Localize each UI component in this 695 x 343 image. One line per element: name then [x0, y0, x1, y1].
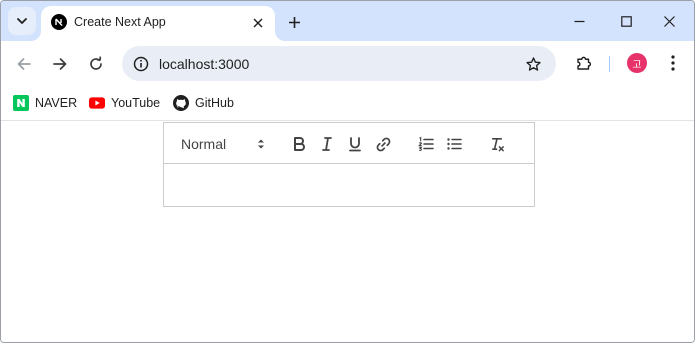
- minimize-button[interactable]: [556, 1, 602, 41]
- clear-format-icon: [491, 137, 504, 151]
- link-icon: [376, 137, 390, 151]
- bookmark-label: YouTube: [111, 96, 161, 110]
- page-content: Normal: [1, 122, 694, 342]
- arrow-right-icon: [53, 58, 67, 70]
- browser-menu-button[interactable]: [663, 52, 683, 74]
- new-tab-button[interactable]: [282, 10, 306, 34]
- bookmark-label: NAVER: [35, 96, 78, 110]
- bold-icon: [294, 137, 305, 151]
- editor-content-area[interactable]: [163, 163, 535, 207]
- toolbar-divider: [609, 56, 610, 72]
- tab-active[interactable]: Create Next App: [41, 6, 275, 41]
- reload-button[interactable]: [83, 51, 109, 77]
- close-window-button[interactable]: [646, 1, 692, 41]
- back-button[interactable]: [11, 51, 37, 77]
- maximize-button[interactable]: [603, 1, 649, 41]
- editor-toolbar: Normal: [163, 122, 535, 164]
- bookmark-github[interactable]: GitHub: [173, 93, 234, 113]
- bullet-list-button[interactable]: [444, 134, 464, 154]
- italic-icon: [322, 137, 332, 151]
- bookmark-label: GitHub: [195, 96, 234, 110]
- bullet-list-icon: [447, 138, 462, 150]
- url-text[interactable]: localhost:3000: [159, 56, 249, 72]
- header-format-picker[interactable]: Normal: [181, 135, 267, 153]
- star-icon: [525, 56, 541, 71]
- forward-button[interactable]: [47, 51, 73, 77]
- header-format-value: Normal: [181, 136, 227, 152]
- maximize-icon: [620, 15, 632, 27]
- extensions-button[interactable]: [572, 51, 596, 75]
- tab-title: Create Next App: [74, 15, 166, 29]
- nextjs-favicon-icon: [51, 14, 67, 30]
- info-icon: [133, 56, 149, 72]
- ordered-list-button[interactable]: [416, 134, 436, 154]
- underline-button[interactable]: [345, 134, 365, 154]
- ordered-list-icon: [418, 136, 434, 151]
- profile-avatar[interactable]: 고: [627, 53, 647, 73]
- more-vertical-icon: [671, 55, 675, 71]
- reload-icon: [90, 56, 102, 70]
- puzzle-icon: [577, 56, 592, 70]
- plus-icon: [288, 16, 300, 28]
- bold-button[interactable]: [289, 134, 309, 154]
- arrow-left-icon: [17, 58, 31, 70]
- github-icon: [173, 95, 189, 111]
- bookmark-youtube[interactable]: YouTube: [89, 93, 160, 113]
- close-icon: [663, 15, 675, 27]
- browser-window: Create Next App localhost:3000 고 NAVER Y…: [0, 0, 695, 343]
- clear-format-button[interactable]: [487, 134, 507, 154]
- close-icon: [253, 18, 263, 28]
- italic-button[interactable]: [317, 134, 337, 154]
- link-button[interactable]: [373, 134, 393, 154]
- address-bar[interactable]: localhost:3000: [122, 46, 556, 81]
- tab-strip: Create Next App: [1, 1, 694, 41]
- bookmark-star-button[interactable]: [522, 53, 544, 75]
- site-info-button[interactable]: [130, 53, 152, 75]
- underline-icon: [349, 137, 361, 152]
- chevron-down-icon: [17, 18, 27, 24]
- up-down-arrow-icon: [255, 137, 267, 151]
- youtube-icon: [89, 95, 105, 111]
- minimize-icon: [574, 20, 584, 22]
- bookmark-naver[interactable]: NAVER: [13, 93, 77, 113]
- naver-icon: [13, 95, 29, 111]
- bookmarks-bar: NAVER YouTube GitHub: [1, 86, 694, 121]
- tab-close-button[interactable]: [249, 14, 267, 32]
